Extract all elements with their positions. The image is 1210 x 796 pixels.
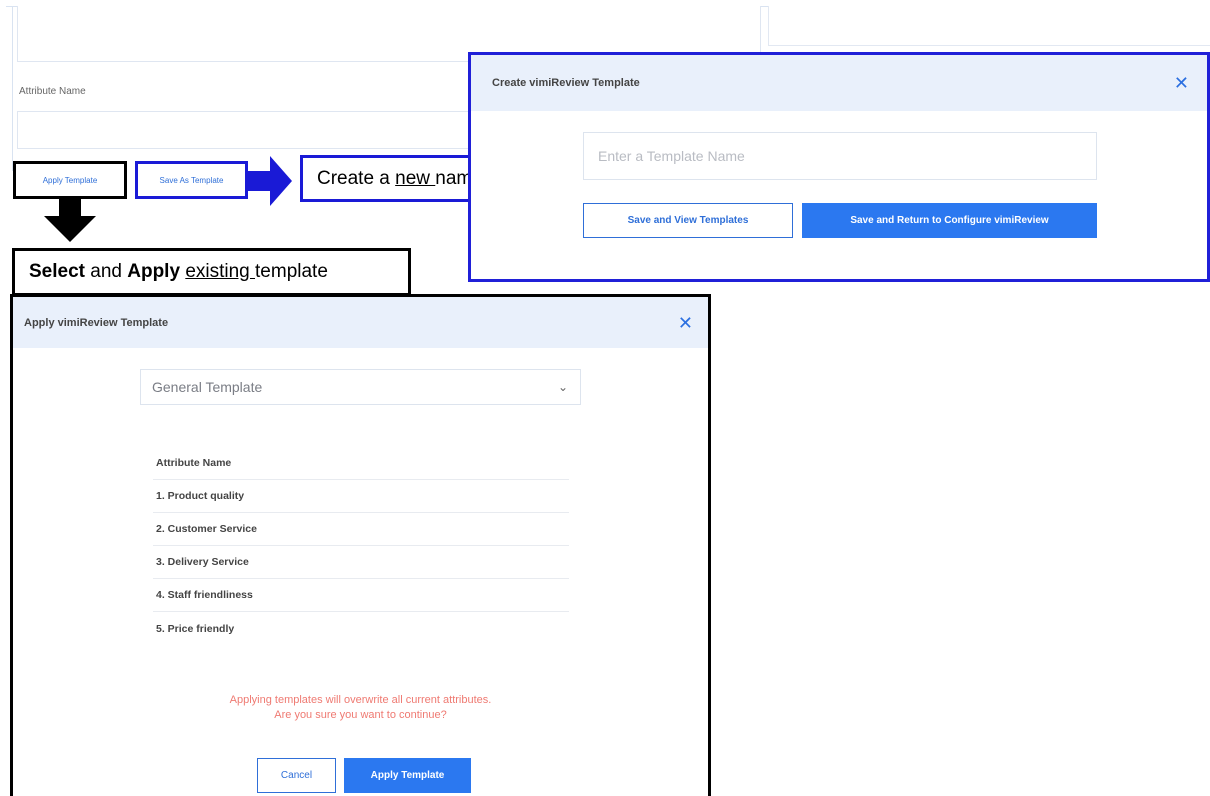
callout-text: template [255, 261, 328, 282]
select-callout: Select and Apply existing template [12, 248, 411, 296]
selected-template: General Template [152, 379, 263, 395]
template-select[interactable]: General Template ⌄ [140, 369, 581, 405]
modal-title: Apply vimiReview Template [24, 316, 169, 329]
save-as-template-button[interactable]: Save As Template [135, 161, 248, 199]
attribute-name-input[interactable] [17, 111, 472, 149]
apply-template-modal: Apply vimiReview Template ✕ General Temp… [10, 294, 711, 796]
template-name-input[interactable]: Enter a Template Name [583, 132, 1097, 180]
chevron-down-icon: ⌄ [557, 380, 568, 394]
warning-text: Applying templates will overwrite all cu… [229, 694, 492, 706]
callout-bold: Select [29, 261, 85, 282]
modal-header: Create vimiReview Template ✕ [471, 55, 1207, 111]
callout-text: Create a [317, 167, 396, 189]
callout-text: and [84, 261, 128, 282]
attribute-table: Attribute Name 1. Product quality 2. Cus… [153, 447, 569, 645]
create-template-modal: Create vimiReview Template ✕ Enter a Tem… [468, 52, 1210, 282]
table-row: 1. Product quality [153, 480, 569, 513]
callout-underlined: new [395, 167, 436, 189]
callout-underlined: existing [185, 261, 256, 282]
cancel-button[interactable]: Cancel [257, 758, 336, 793]
save-and-return-button[interactable]: Save and Return to Configure vimiReview [802, 203, 1097, 238]
apply-template-confirm-button[interactable]: Apply Template [344, 758, 471, 793]
apply-template-button[interactable]: Apply Template [13, 161, 127, 199]
warning-text: Are you sure you want to continue? [274, 709, 447, 721]
modal-title: Create vimiReview Template [492, 77, 640, 89]
side-panel [768, 6, 1210, 46]
right-arrow-icon [248, 156, 292, 206]
attribute-name-label: Attribute Name [19, 86, 86, 97]
table-row: 3. Delivery Service [153, 546, 569, 579]
table-row: 4. Staff friendliness [153, 579, 569, 612]
save-and-view-button[interactable]: Save and View Templates [583, 203, 793, 238]
modal-header: Apply vimiReview Template ✕ [13, 297, 708, 348]
table-row: 5. Price friendly [156, 622, 235, 635]
close-icon[interactable]: ✕ [1174, 74, 1189, 92]
close-icon[interactable]: ✕ [678, 314, 693, 332]
divider [12, 6, 13, 171]
table-header: Attribute Name [153, 447, 569, 480]
down-arrow-icon [44, 198, 96, 242]
table-row: 2. Customer Service [153, 513, 569, 546]
callout-bold: Apply [127, 261, 181, 282]
